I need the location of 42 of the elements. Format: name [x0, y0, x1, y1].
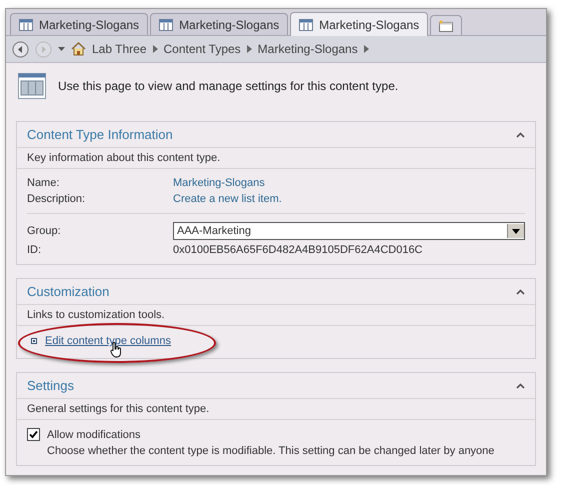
collapse-icon[interactable]	[516, 382, 525, 388]
field-label: Description:	[27, 193, 86, 205]
section-description: General settings for this content type.	[17, 399, 535, 420]
intro-text: Use this page to view and manage settings for this content type.	[58, 79, 398, 93]
new-tab-button[interactable]	[430, 15, 462, 35]
dropdown-caret-icon[interactable]	[58, 47, 65, 51]
group-dropdown[interactable]: AAA-Marketing	[173, 222, 525, 240]
checkbox[interactable]	[27, 428, 40, 441]
bullet-icon	[31, 338, 37, 344]
breadcrumb-arrow-icon	[364, 45, 369, 53]
field-value-link[interactable]: Marketing-Slogans	[173, 177, 525, 189]
breadcrumb-link[interactable]: Lab Three	[92, 42, 146, 56]
field-label: Group:	[27, 225, 62, 237]
list-icon	[159, 18, 174, 30]
dropdown-caret-icon	[512, 228, 520, 234]
field-label: ID:	[27, 244, 42, 256]
browser-tab[interactable]: Marketing-Slogans	[10, 13, 148, 35]
browser-tab[interactable]: Marketing-Slogans	[290, 12, 428, 36]
edit-columns-link[interactable]: Edit content type columns	[45, 335, 171, 347]
new-tab-icon	[439, 20, 454, 32]
breadcrumb-arrow-icon	[152, 45, 158, 53]
section-description: Key information about this content type.	[17, 148, 535, 169]
field-value-link[interactable]: Create a new list item.	[173, 193, 525, 205]
content-type-icon	[18, 73, 46, 99]
breadcrumb-arrow-icon	[246, 45, 252, 53]
section-title: Customization	[27, 284, 110, 299]
back-button[interactable]	[12, 40, 29, 58]
section-title: Content Type Information	[27, 127, 173, 142]
list-icon	[19, 18, 33, 30]
checkbox-label: Allow modifications	[47, 428, 142, 440]
browser-tab[interactable]: Marketing-Slogans	[150, 13, 288, 35]
breadcrumb-link[interactable]: Marketing-Slogans	[258, 42, 358, 56]
list-icon	[299, 18, 314, 30]
option-note: Choose whether the content type is modifiable. This setting can be changed later by anyone	[47, 445, 496, 457]
field-label: Name:	[27, 177, 60, 189]
section-title: Settings	[27, 378, 74, 393]
home-icon	[71, 42, 86, 56]
collapse-icon[interactable]	[516, 288, 525, 294]
field-value: 0x0100EB56A65F6D482A4B9105DF62A4CD016C	[173, 244, 424, 256]
breadcrumb-link[interactable]: Content Types	[164, 42, 241, 56]
collapse-icon[interactable]	[516, 132, 525, 138]
section-description: Links to customization tools.	[17, 305, 535, 326]
